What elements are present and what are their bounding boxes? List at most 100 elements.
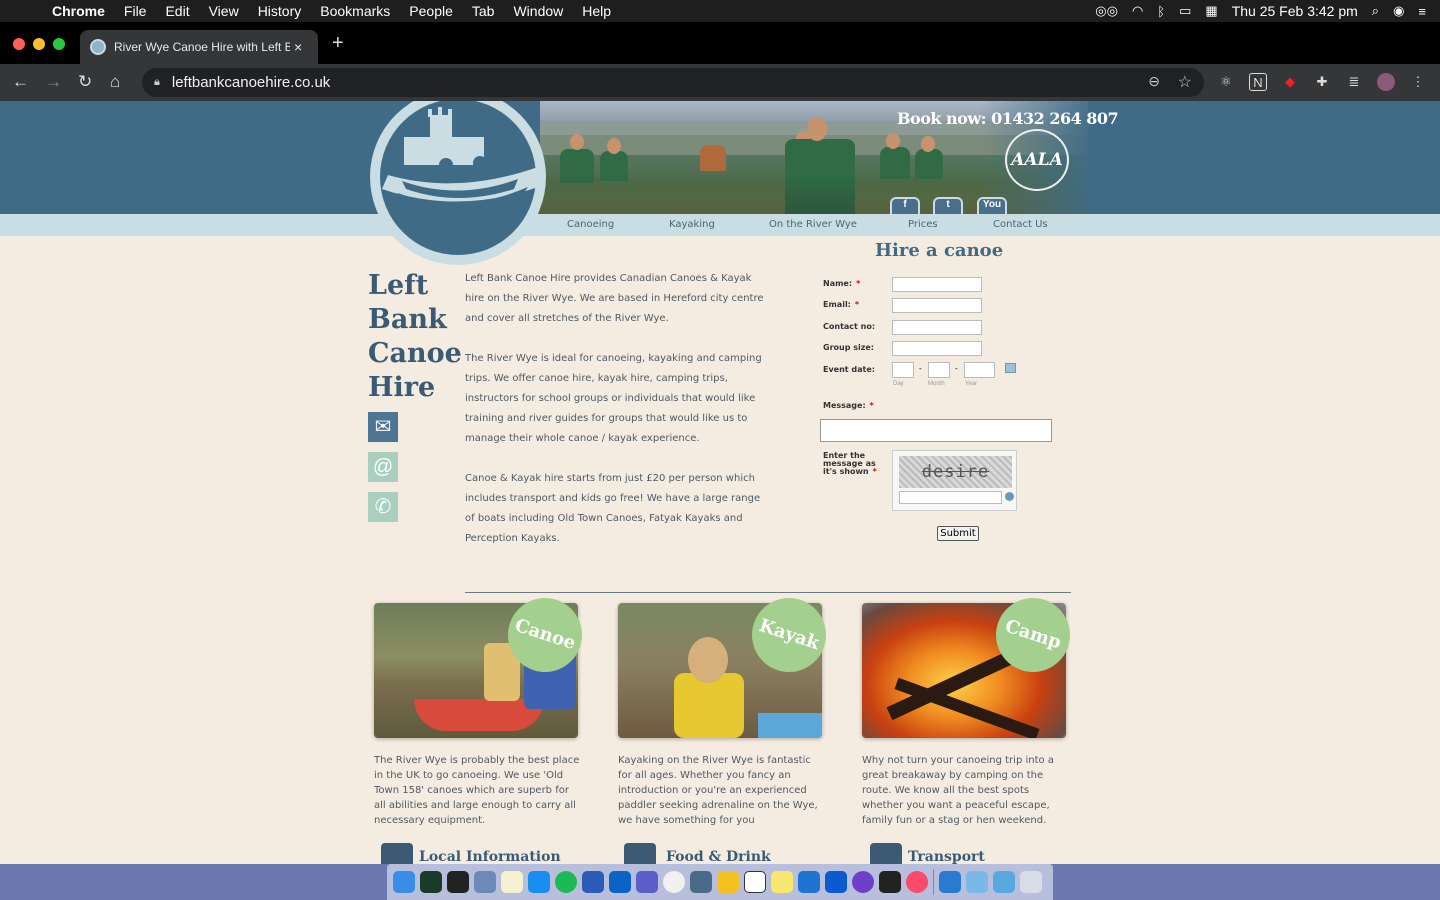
menu-help[interactable]: Help	[582, 3, 611, 19]
month-field[interactable]	[928, 362, 950, 378]
transport-heading[interactable]: Transport	[908, 849, 985, 864]
clock[interactable]: Thu 25 Feb 3:42 pm	[1232, 3, 1358, 19]
app-store-icon[interactable]	[528, 871, 550, 893]
trello-icon[interactable]	[825, 871, 847, 893]
captcha-label: Enter the message as it's shown *	[823, 451, 877, 476]
web-page: Book now: 01432 264 807 AALA f t You Can…	[0, 101, 1440, 864]
home-icon[interactable]: ⌂	[110, 72, 120, 92]
bookmark-star-icon[interactable]: ☆	[1178, 72, 1192, 92]
mail-envelope-icon[interactable]: ✉	[368, 412, 398, 442]
menu-edit[interactable]: Edit	[165, 3, 189, 19]
email-at-icon[interactable]: @	[368, 452, 398, 482]
music-icon[interactable]	[906, 871, 928, 893]
battery-icon[interactable]: ▭	[1179, 3, 1191, 19]
contact-field[interactable]	[892, 320, 982, 335]
address-bar[interactable]: 🔒︎ leftbankcanoehire.co.uk ⊖ ☆	[142, 68, 1204, 97]
menu-history[interactable]: History	[258, 3, 302, 19]
local-information-heading[interactable]: Local Information	[419, 849, 561, 864]
captcha-input[interactable]	[899, 491, 1002, 504]
browser-tab[interactable]: River Wye Canoe Hire with Left Bank ×	[80, 30, 318, 64]
preview-icon[interactable]	[474, 871, 496, 893]
year-field[interactable]	[964, 362, 995, 378]
food-drink-heading[interactable]: Food & Drink	[666, 849, 771, 864]
zoom-icon[interactable]: ⊖	[1148, 73, 1160, 90]
bluetooth-icon[interactable]: ᛒ	[1157, 4, 1165, 19]
message-textarea[interactable]	[820, 419, 1052, 442]
zoom-window-button[interactable]	[53, 38, 65, 50]
phone-icon[interactable]: ✆	[368, 492, 398, 522]
captcha-box: desire	[892, 450, 1017, 511]
notes-icon[interactable]	[501, 871, 523, 893]
forward-arrow-icon[interactable]: →	[45, 72, 62, 92]
nav-canoeing[interactable]: Canoeing	[567, 219, 614, 230]
keep-icon[interactable]	[717, 871, 739, 893]
book-now-phone[interactable]: Book now: 01432 264 807	[897, 109, 1119, 128]
menu-file[interactable]: File	[124, 3, 147, 19]
figma-icon[interactable]	[879, 871, 901, 893]
menu-window[interactable]: Window	[513, 3, 563, 19]
spotlight-search-icon[interactable]: ⌕	[1372, 3, 1379, 19]
close-tab-icon[interactable]: ×	[294, 39, 302, 55]
menu-bookmarks[interactable]: Bookmarks	[320, 3, 390, 19]
finder-icon[interactable]	[393, 871, 415, 893]
extensions-puzzle-icon[interactable]: ✚	[1313, 73, 1331, 91]
captcha-refresh-icon[interactable]	[1005, 492, 1014, 501]
lock-icon[interactable]: 🔒︎	[154, 76, 160, 89]
notion-extension-icon[interactable]: N	[1249, 73, 1267, 91]
react-devtools-icon[interactable]: ⚛	[1217, 73, 1235, 91]
nav-kayaking[interactable]: Kayaking	[669, 219, 715, 230]
calendar-picker-icon[interactable]	[1005, 363, 1016, 373]
reload-icon[interactable]: ↻	[78, 72, 92, 92]
email-field[interactable]	[892, 298, 982, 313]
minimize-window-button[interactable]	[33, 38, 45, 50]
outlook-icon[interactable]	[609, 871, 631, 893]
chrome-menu-icon[interactable]: ⋮	[1409, 73, 1427, 91]
nav-on-the-river-wye[interactable]: On the River Wye	[769, 219, 857, 230]
red-extension-icon[interactable]: ◆	[1281, 73, 1299, 91]
terminal-icon[interactable]	[447, 871, 469, 893]
trash-icon[interactable]	[1020, 871, 1042, 893]
activity-monitor-icon[interactable]	[420, 871, 442, 893]
macos-menubar: Chrome File Edit View History Bookmarks …	[0, 0, 1440, 22]
close-window-button[interactable]	[13, 38, 25, 50]
notion-icon[interactable]	[744, 871, 766, 893]
browser-toolbar: ← → ↻ ⌂ 🔒︎ leftbankcanoehire.co.uk ⊖ ☆ ⚛…	[0, 64, 1440, 101]
nav-prices[interactable]: Prices	[908, 219, 938, 230]
screen-sharing-icon[interactable]	[690, 871, 712, 893]
spotify-icon[interactable]	[555, 871, 577, 893]
siri-icon[interactable]: ◉	[1393, 3, 1404, 19]
signpost-icon	[381, 843, 413, 864]
url-text[interactable]: leftbankcanoehire.co.uk	[172, 74, 330, 91]
menu-view[interactable]: View	[209, 3, 239, 19]
day-field[interactable]	[892, 362, 914, 378]
new-tab-icon[interactable]: +	[332, 32, 344, 55]
documents-folder-icon[interactable]	[993, 871, 1015, 893]
chrome-icon[interactable]	[663, 871, 685, 893]
profile-avatar[interactable]	[1377, 73, 1395, 91]
hire-form-title: Hire a canoe	[875, 240, 1004, 261]
site-logo[interactable]	[368, 101, 548, 267]
teams-icon[interactable]	[636, 871, 658, 893]
group-size-field[interactable]	[892, 341, 982, 356]
word-icon[interactable]	[582, 871, 604, 893]
stickies-icon[interactable]	[771, 871, 793, 893]
site-title-line: Hire	[368, 372, 436, 403]
calendar-icon[interactable]: ▦	[1205, 3, 1217, 19]
vscode-icon[interactable]	[798, 871, 820, 893]
downloads-icon[interactable]	[939, 871, 961, 893]
back-arrow-icon[interactable]: ←	[12, 72, 29, 92]
applications-folder-icon[interactable]	[966, 871, 988, 893]
menu-tab[interactable]: Tab	[472, 3, 495, 19]
menu-app-name[interactable]: Chrome	[52, 3, 105, 19]
wifi-icon[interactable]: ◠	[1132, 3, 1143, 19]
name-field[interactable]	[892, 277, 982, 292]
menu-people[interactable]: People	[409, 3, 453, 19]
submit-button[interactable]: Submit	[937, 526, 979, 541]
github-desktop-icon[interactable]	[852, 871, 874, 893]
reading-list-icon[interactable]: ≣	[1345, 73, 1363, 91]
date-separator: -	[955, 364, 958, 373]
glasses-icon[interactable]: ◎◎	[1095, 3, 1118, 19]
day-hint: Day	[893, 381, 904, 387]
nav-contact-us[interactable]: Contact Us	[993, 219, 1048, 230]
control-center-icon[interactable]: ≡	[1418, 4, 1426, 19]
